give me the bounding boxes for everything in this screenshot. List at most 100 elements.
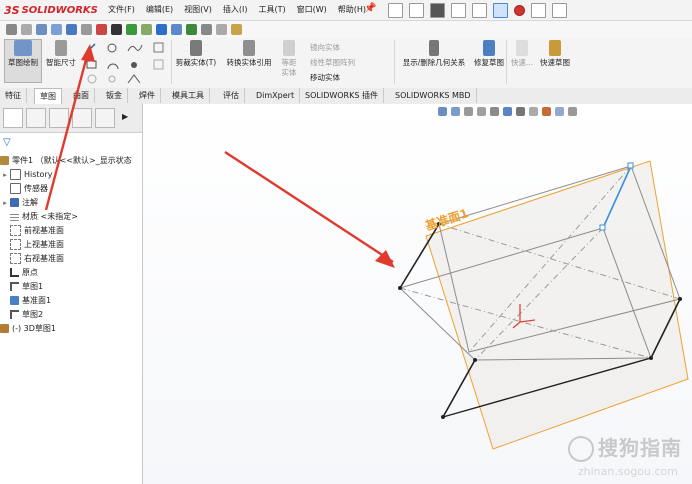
menu-tools[interactable]: 工具(T) — [258, 4, 285, 15]
convert-icon — [243, 40, 255, 56]
convert-entities-button[interactable]: 转换实体引用 — [222, 40, 276, 68]
plane-icon — [10, 239, 21, 250]
linear-pattern-item[interactable]: 线性草图阵列 — [310, 57, 355, 68]
tree-item-front-plane[interactable]: 前视基准面 — [0, 224, 64, 237]
drawing-icon[interactable] — [66, 24, 77, 35]
tab-weldments[interactable]: 焊件 — [134, 88, 161, 103]
rapid-sketch-button[interactable]: 快速草图 — [540, 40, 570, 68]
file-properties-icon[interactable] — [531, 3, 546, 18]
filter-icon[interactable]: ▽ — [3, 137, 11, 148]
tree-item-3dsketch1[interactable]: (-) 3D草图1 — [0, 322, 56, 335]
tab-sketch[interactable]: 草图 — [34, 88, 62, 105]
undo-icon[interactable] — [472, 3, 487, 18]
new-document-icon[interactable] — [388, 3, 403, 18]
configuration-tab-icon[interactable] — [49, 108, 69, 128]
menu-view[interactable]: 视图(V) — [184, 4, 212, 15]
repair-sketch-button[interactable]: 修复草图 — [474, 40, 504, 68]
scene-icon[interactable] — [141, 24, 152, 35]
menu-edit[interactable]: 编辑(E) — [146, 4, 173, 15]
tab-sheet-metal[interactable]: 钣金 — [101, 88, 128, 103]
graphics-viewport[interactable]: 基准面1 搜狗指南 zhinan.sogou.com — [143, 104, 692, 484]
watermark-text: 搜狗指南 — [598, 435, 682, 460]
part-icon[interactable] — [36, 24, 47, 35]
tree-item-sketch2[interactable]: 草图2 — [0, 308, 43, 321]
expand-arrow-icon[interactable]: ▸ — [0, 171, 10, 179]
smart-dimension-button[interactable]: 智能尺寸 — [42, 40, 80, 68]
tab-evaluate[interactable]: 评估 — [218, 88, 245, 103]
tree-item-history[interactable]: ▸ History — [0, 168, 52, 181]
tab-surfaces[interactable]: 曲面 — [68, 88, 95, 103]
zoom-icon[interactable] — [156, 24, 167, 35]
print-preview-icon[interactable] — [201, 24, 212, 35]
layer-icon[interactable] — [21, 24, 32, 35]
rebuild-icon[interactable] — [514, 5, 525, 16]
tab-mbd[interactable]: SOLIDWORKS MBD — [390, 88, 477, 103]
print-icon[interactable] — [451, 3, 466, 18]
tree-item-right-plane[interactable]: 右视基准面 — [0, 252, 64, 265]
sketch-point[interactable] — [441, 415, 445, 419]
sogou-logo-icon — [568, 436, 594, 462]
quick-snaps-button[interactable]: 快速... — [508, 40, 536, 68]
library-icon[interactable] — [231, 24, 242, 35]
move-entities-item[interactable]: 移动实体 — [310, 72, 340, 83]
mate-icon[interactable] — [6, 24, 17, 35]
sketch-button[interactable]: 草图绘制 — [4, 39, 42, 83]
trim-entities-button[interactable]: 剪裁实体(T) — [174, 40, 218, 68]
assembly-icon[interactable] — [51, 24, 62, 35]
display-manager-tab-icon[interactable] — [95, 108, 115, 128]
appearance-icon[interactable] — [96, 24, 107, 35]
tree-item-sketch1[interactable]: 草图1 — [0, 280, 43, 293]
open-folder-icon[interactable] — [409, 3, 424, 18]
sketch-point[interactable] — [473, 358, 477, 362]
pin-icon[interactable]: 📌 — [364, 3, 376, 14]
tab-dimxpert[interactable]: DimXpert — [251, 88, 301, 103]
tree-item-top-plane[interactable]: 上视基准面 — [0, 238, 64, 251]
sketch-entity-tools[interactable] — [84, 41, 170, 85]
measure-icon[interactable] — [171, 24, 182, 35]
feature-tree-tab-icon[interactable] — [3, 108, 23, 128]
tree-item-material[interactable]: 材质 <未指定> — [0, 210, 78, 223]
dimxpert-tab-icon[interactable] — [72, 108, 92, 128]
sketch-point[interactable] — [649, 356, 653, 360]
green-marker-icon[interactable] — [126, 24, 137, 35]
menu-window[interactable]: 窗口(W) — [297, 4, 327, 15]
expand-arrow-icon[interactable]: ▸ — [0, 199, 10, 207]
options-gear-icon[interactable] — [552, 3, 567, 18]
tree-item-label: 原点 — [22, 268, 38, 277]
tree-item-sensors[interactable]: 传感器 — [0, 182, 48, 195]
select-pointer-icon[interactable] — [493, 3, 508, 18]
relations-icon — [429, 40, 439, 56]
model-canvas[interactable] — [143, 104, 692, 484]
tree-item-annotations[interactable]: ▸ 注解 — [0, 196, 38, 209]
menu-insert[interactable]: 插入(I) — [223, 4, 248, 15]
selected-endpoint[interactable] — [599, 224, 606, 231]
tab-addins[interactable]: SOLIDWORKS 插件 — [300, 88, 384, 103]
sketch-point[interactable] — [678, 297, 682, 301]
menu-file[interactable]: 文件(F) — [108, 4, 135, 15]
tree-item-plane1[interactable]: 基准面1 — [0, 294, 51, 307]
plane-icon — [10, 253, 21, 264]
menu-help[interactable]: 帮助(H) — [338, 4, 366, 15]
tab-features[interactable]: 特征 — [0, 88, 27, 103]
table-icon[interactable] — [186, 24, 197, 35]
tree-item-label: 注解 — [22, 198, 38, 207]
highlighted-edge[interactable] — [442, 359, 476, 418]
settings-icon[interactable] — [216, 24, 227, 35]
offset-entities-button[interactable]: 等距实体 — [278, 40, 300, 78]
offset-icon — [283, 40, 295, 56]
tree-item-label: 草图2 — [22, 310, 44, 319]
panel-expand-chevron-icon[interactable]: ▶ — [122, 112, 128, 121]
sketch-point[interactable] — [398, 286, 402, 290]
tree-item-origin[interactable]: 原点 — [0, 266, 38, 279]
mirror-entities-item[interactable]: 镜向实体 — [310, 42, 340, 53]
annotation-icon — [10, 198, 19, 207]
view-icon[interactable] — [81, 24, 92, 35]
selected-endpoint[interactable] — [627, 162, 634, 169]
shaded-icon[interactable] — [111, 24, 122, 35]
property-manager-tab-icon[interactable] — [26, 108, 46, 128]
save-icon[interactable] — [430, 3, 445, 18]
tab-mold-tools[interactable]: 模具工具 — [167, 88, 210, 103]
display-relations-button[interactable]: 显示/删除几何关系 — [398, 40, 470, 68]
tree-root-part[interactable]: 零件1 （默认<<默认>_显示状态 — [0, 154, 132, 167]
plane-icon — [10, 296, 19, 305]
